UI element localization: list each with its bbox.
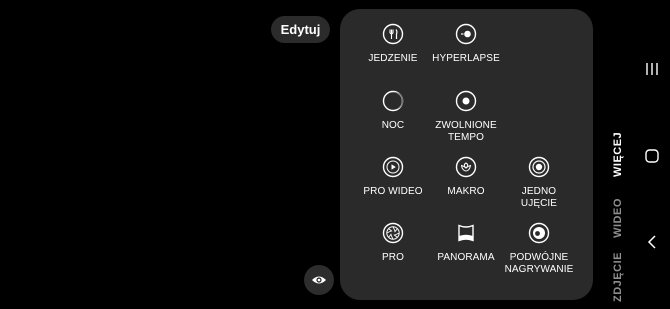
back-icon[interactable] bbox=[646, 235, 658, 249]
panorama-icon bbox=[458, 224, 474, 242]
mode-dual-recording-label: PODWÓJNE NAGRYWANIE bbox=[504, 252, 574, 275]
mode-hyperlapse[interactable]: HYPERLAPSE bbox=[422, 23, 510, 65]
mode-hyperlapse-label: HYPERLAPSE bbox=[432, 53, 500, 64]
mode-single-take[interactable]: JEDNO UJĘCIE bbox=[495, 156, 583, 210]
tab-photo[interactable]: ZDJĘCIE bbox=[612, 249, 626, 305]
hyperlapse-icon bbox=[455, 23, 477, 45]
mode-slow-motion-label: ZWOLNIONE TEMPO bbox=[435, 120, 497, 143]
mode-single-take-label: JEDNO UJĘCIE bbox=[520, 186, 558, 209]
slow-motion-icon bbox=[455, 90, 477, 112]
eye-icon bbox=[312, 276, 326, 284]
modes-panel: JEDZENIE HYPERLAPSE NOC ZWOLNIONE TEMPO bbox=[340, 9, 593, 300]
single-take-icon bbox=[528, 156, 550, 178]
night-icon bbox=[382, 90, 404, 112]
dual-recording-icon bbox=[528, 222, 550, 244]
mode-slow-motion[interactable]: ZWOLNIONE TEMPO bbox=[422, 90, 510, 144]
home-icon[interactable] bbox=[645, 149, 659, 163]
pro-video-icon bbox=[382, 156, 404, 178]
recent-apps-icon[interactable] bbox=[644, 62, 660, 76]
tab-video[interactable]: WIDEO bbox=[612, 196, 626, 240]
macro-icon bbox=[455, 156, 477, 178]
scene-optimizer-button[interactable] bbox=[304, 265, 334, 295]
edit-button[interactable]: Edytuj bbox=[271, 16, 330, 43]
tab-more[interactable]: WIĘCEJ bbox=[612, 132, 626, 177]
mode-dual-recording[interactable]: PODWÓJNE NAGRYWANIE bbox=[495, 222, 583, 276]
food-icon bbox=[382, 23, 404, 45]
pro-icon bbox=[382, 222, 404, 244]
